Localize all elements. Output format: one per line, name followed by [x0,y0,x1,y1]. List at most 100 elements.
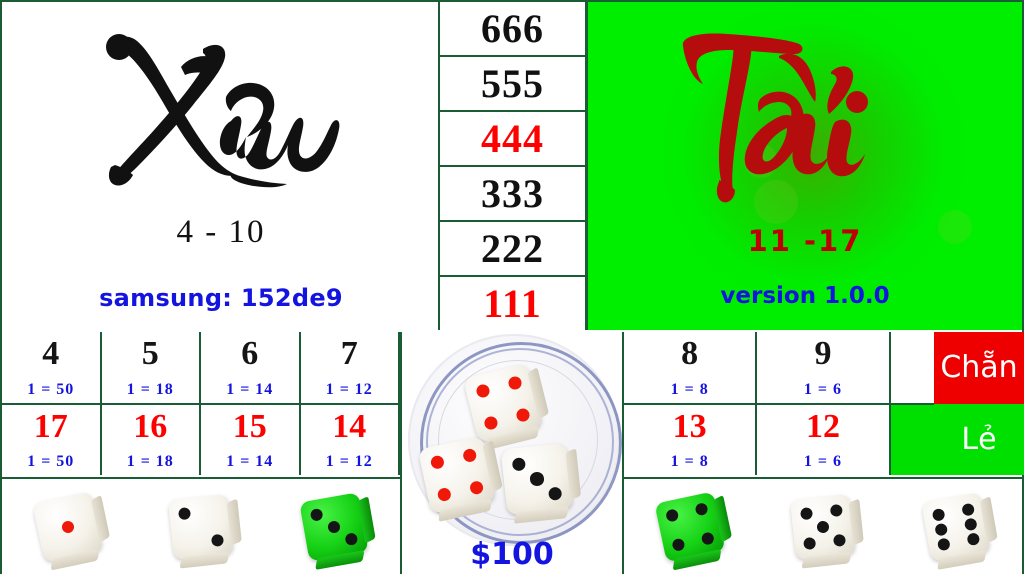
die-pip [701,530,716,546]
xiu-range-label: 4 - 10 [176,214,266,250]
bet-odds: 1 = 14 [226,453,274,470]
bet-odds: 1 = 8 [670,453,709,470]
triple-bet-222[interactable]: 222 [440,222,585,277]
die-slot [919,490,998,570]
die-face [168,494,234,560]
die-pip [468,479,485,496]
bet-cell-17[interactable]: 17 1 = 50 [2,404,100,475]
dice-strip-low [2,477,400,574]
bet-number: 17 [33,407,68,445]
die-pip [429,454,446,471]
bet-odds: 1 = 12 [325,380,373,398]
bet-column: 9 1 = 6 12 1 = 6 [757,332,891,475]
die-pip [963,516,978,531]
die-pip [344,531,359,546]
top-panels-row: 4 - 10 samsung: 152de9 666 555 444 333 222 11… [2,2,1022,330]
bet-column: 5 1 = 18 16 1 = 18 [101,332,201,475]
tai-bet-panel[interactable]: 11 -17 version 1.0.0 [588,2,1022,330]
bet-column: 4 1 = 50 17 1 = 50 [2,332,102,475]
die-4 [417,435,503,522]
die-pip [507,374,524,391]
tai-calligraphy-icon [588,24,1022,220]
parity-bets-column: Chẵn Lẻ [934,332,1024,475]
device-id-label: samsung: 152de9 [99,284,343,312]
die-4 [654,490,733,571]
bet-cell-9[interactable]: 9 1 = 6 [757,332,889,405]
bet-odds: 1 = 18 [126,380,174,398]
die-pip [665,507,680,522]
triple-bet-555[interactable]: 555 [440,57,585,112]
die-pip [326,519,341,534]
die-face [501,443,574,516]
bet-cell-12[interactable]: 12 1 = 6 [757,404,889,475]
die-pip [308,507,324,522]
bet-odds: 1 = 12 [325,453,373,470]
bet-odds: 1 = 18 [126,453,174,470]
die-pip [461,447,478,464]
bet-number: 7 [340,335,358,372]
bet-number: 13 [672,407,707,445]
bet-odds: 1 = 14 [226,380,274,398]
triple-bet-333[interactable]: 333 [440,167,585,222]
die-pip [933,522,948,537]
die-slot [164,490,242,569]
die-5 [790,493,864,569]
bet-odds: 1 = 50 [27,453,75,470]
dice-strip-high [624,477,1022,574]
bet-column: 7 1 = 12 14 1 = 12 [300,332,400,475]
bet-odd-le[interactable]: Lẻ [934,403,1024,475]
bet-number: 6 [241,335,259,372]
die-6 [920,491,998,570]
bet-amount-label: $100 [470,537,554,572]
bet-number: 8 [681,335,699,372]
bet-cell-13[interactable]: 13 1 = 8 [624,404,756,475]
triple-bet-111[interactable]: 111 [440,277,585,330]
die-4 [462,362,549,451]
bet-odds: 1 = 6 [803,380,843,398]
bet-odds: 1 = 50 [27,380,75,398]
bet-number: 16 [133,407,168,445]
bet-column: 8 1 = 8 13 1 = 8 [624,332,758,475]
bet-even-chan[interactable]: Chẵn [934,332,1024,404]
plate-dish [408,334,622,546]
bet-cell-6[interactable]: 6 1 = 14 [201,332,299,405]
version-label: version 1.0.0 [720,283,890,309]
bet-odds: 1 = 8 [670,380,709,398]
die-pip [548,486,563,502]
die-pip [474,382,491,399]
xiu-bet-panel[interactable]: 4 - 10 samsung: 152de9 [2,2,440,330]
bet-cell-15[interactable]: 15 1 = 14 [201,404,299,475]
bet-cell-8[interactable]: 8 1 = 8 [624,332,756,405]
die-pip [210,533,225,547]
bet-cell-16[interactable]: 16 1 = 18 [101,404,199,475]
bet-number: 12 [805,407,840,445]
bet-cell-14[interactable]: 14 1 = 12 [300,404,398,475]
die-slot [653,490,733,571]
die-pip [515,407,532,424]
bet-cell-7[interactable]: 7 1 = 12 [300,332,398,405]
die-pip [936,537,951,552]
die-slot [297,490,376,570]
die-pip [960,501,975,516]
die-2 [168,493,242,569]
bet-cell-5[interactable]: 5 1 = 18 [101,332,199,405]
die-pip [61,519,76,534]
tai-xiu-game-screen: 4 - 10 samsung: 152de9 666 555 444 333 222 11… [0,0,1024,574]
bet-number: 9 [814,335,832,372]
die-pip [966,531,981,546]
triple-bet-444[interactable]: 444 [440,112,585,167]
die-3 [500,442,581,524]
low-bets-grid: 41 = 50 17 1 = 50 5 1 = 18 16 1 = 18 6 1 = 14 15 1… [2,332,400,475]
bet-cell-4[interactable]: 4 1 = 50 [2,332,100,405]
die-pip [529,471,545,487]
die-slot [31,490,111,571]
die-pip [694,501,710,516]
die-pip [799,506,813,520]
die-pip [177,506,191,520]
die-slot [786,490,864,569]
bet-number: 4 [42,335,60,372]
triple-bet-666[interactable]: 666 [440,2,585,57]
dice-plate-area[interactable]: $100 [400,332,624,574]
die-pip [816,519,830,534]
die-pip [436,486,453,503]
